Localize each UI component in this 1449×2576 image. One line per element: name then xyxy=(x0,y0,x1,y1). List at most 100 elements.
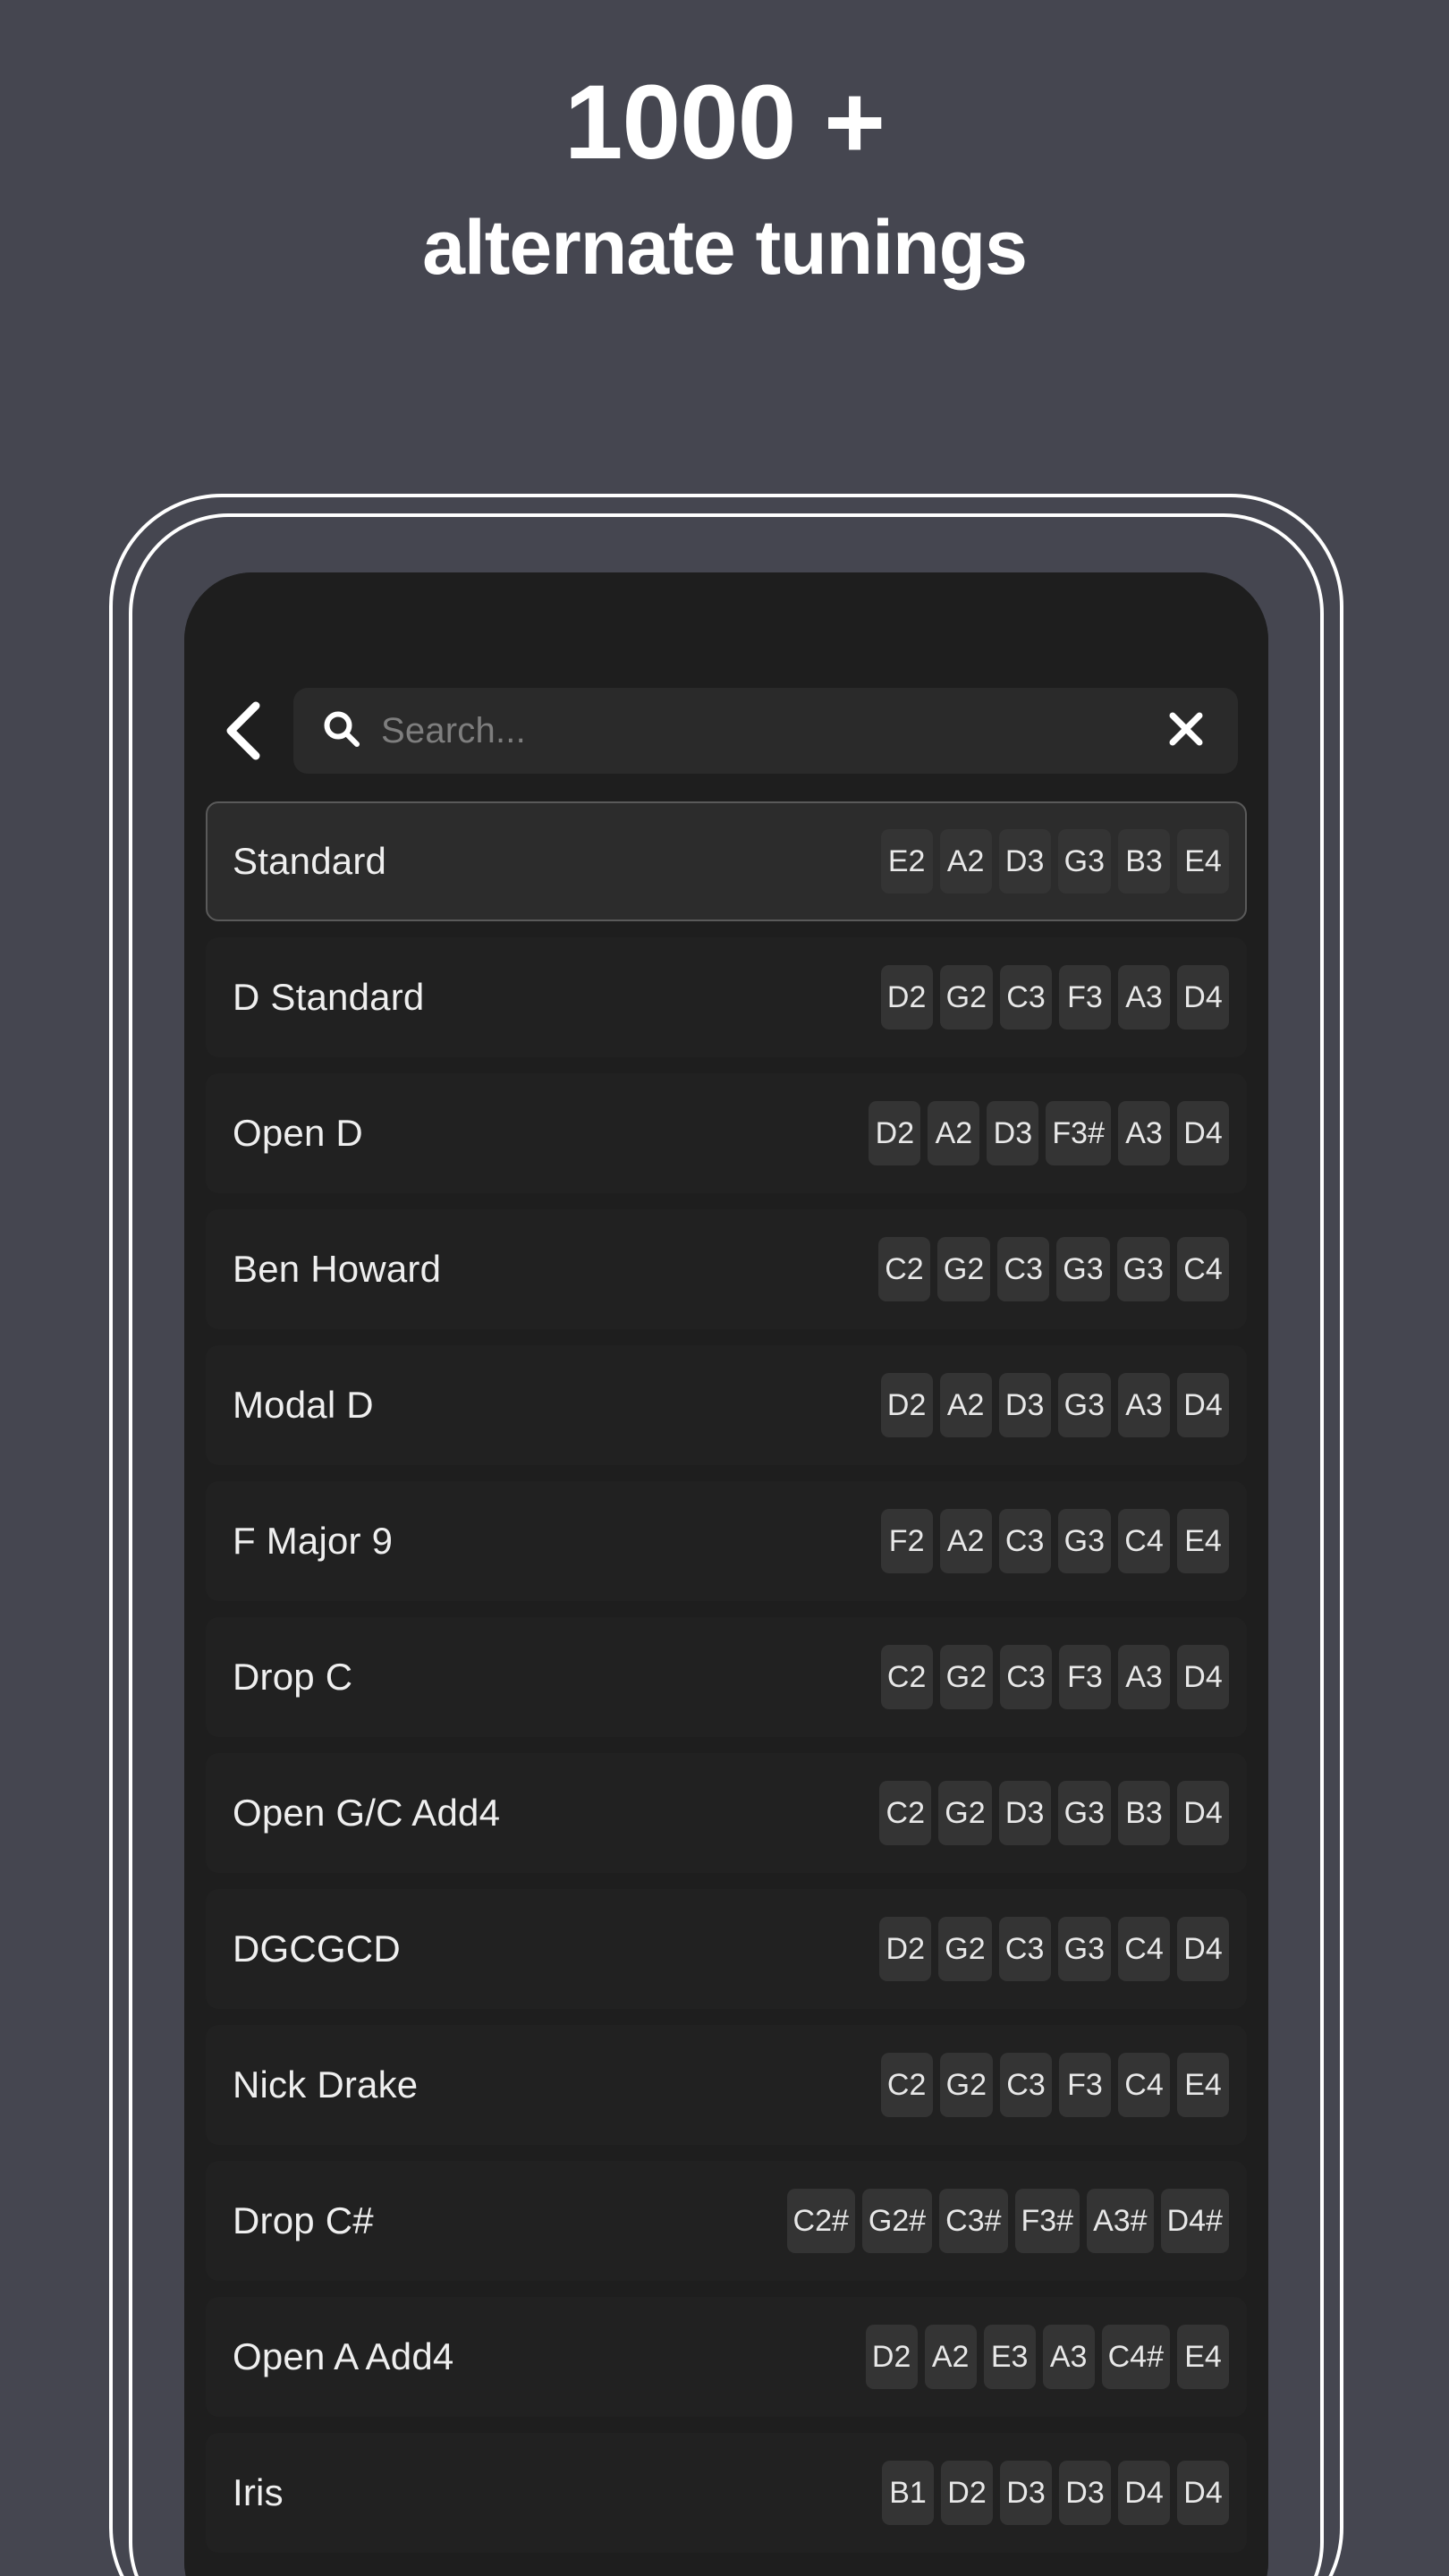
tuning-note-chip[interactable]: G3 xyxy=(1056,1237,1110,1301)
tuning-note-chip[interactable]: C2 xyxy=(877,1237,930,1301)
tuning-note-chip[interactable]: C3 xyxy=(1000,1645,1052,1709)
tuning-note-chip[interactable]: C2# xyxy=(786,2189,855,2253)
tuning-note-chip[interactable]: G2# xyxy=(861,2189,933,2253)
tuning-row[interactable]: F Major 9 F2 A2 C3 G3 C4 E4 xyxy=(206,1481,1247,1601)
tuning-note-chip[interactable]: D4 xyxy=(1177,1101,1229,1165)
tuning-note-chip[interactable]: E4 xyxy=(1177,1509,1229,1573)
tuning-note-chip[interactable]: D4 xyxy=(1177,1781,1229,1845)
tuning-note-chip[interactable]: C3 xyxy=(998,1509,1051,1573)
tuning-note-chip[interactable]: G3 xyxy=(1057,1917,1111,1981)
tuning-note-chip[interactable]: D2 xyxy=(880,965,933,1030)
tuning-note-chip[interactable]: C2 xyxy=(879,1781,932,1845)
tuning-row[interactable]: Modal D D2 A2 D3 G3 A3 D4 xyxy=(206,1345,1247,1465)
tuning-note-chip[interactable]: G2 xyxy=(939,1645,993,1709)
tuning-note-chip[interactable]: G3 xyxy=(1057,1509,1111,1573)
tuning-note-chip[interactable]: F3 xyxy=(1059,1645,1111,1709)
tuning-note-chip[interactable]: G3 xyxy=(1057,829,1111,894)
tuning-note-chip[interactable]: D4 xyxy=(1177,1917,1229,1981)
tuning-note-chip[interactable]: A3 xyxy=(1118,1645,1170,1709)
tuning-note-chip[interactable]: F2 xyxy=(880,1509,933,1573)
tuning-row[interactable]: Drop C C2 G2 C3 F3 A3 D4 xyxy=(206,1617,1247,1737)
tuning-note-chip[interactable]: B1 xyxy=(882,2461,934,2525)
tuning-note-chip[interactable]: C2 xyxy=(880,2053,933,2117)
tuning-note-chip[interactable]: D4 xyxy=(1177,1645,1229,1709)
tuning-note-chip[interactable]: D4 xyxy=(1118,2461,1170,2525)
tuning-note-chip[interactable]: G2 xyxy=(938,1917,992,1981)
tuning-note-chip[interactable]: A2 xyxy=(939,1373,992,1437)
tuning-note-chip[interactable]: C4# xyxy=(1101,2325,1170,2389)
tuning-note-chip[interactable]: G2 xyxy=(936,1237,991,1301)
tuning-note-chip[interactable]: G2 xyxy=(938,1781,992,1845)
tuning-note-chip[interactable]: A3# xyxy=(1087,2189,1154,2253)
tuning-note-chip[interactable]: G3 xyxy=(1116,1237,1170,1301)
tuning-note-chip[interactable]: F3 xyxy=(1059,965,1111,1030)
tuning-row[interactable]: DGCGCD D2 G2 C3 G3 C4 D4 xyxy=(206,1889,1247,2009)
tuning-row[interactable]: Drop C# C2# G2# C3# F3# A3# D4# xyxy=(206,2161,1247,2281)
tuning-note-chip[interactable]: A3 xyxy=(1042,2325,1095,2389)
tuning-note-chip[interactable]: A3 xyxy=(1118,1101,1170,1165)
tuning-note-chip[interactable]: D2 xyxy=(865,2325,918,2389)
tuning-note-chip[interactable]: A3 xyxy=(1118,965,1170,1030)
tuning-note-chip[interactable]: D3 xyxy=(1000,2461,1052,2525)
tuning-note-chip[interactable]: A3 xyxy=(1118,1373,1170,1437)
tuning-row[interactable]: Open G/C Add4 C2 G2 D3 G3 B3 D4 xyxy=(206,1753,1247,1873)
tuning-note-chip[interactable]: C4 xyxy=(1118,1917,1170,1981)
tuning-row[interactable]: D Standard D2 G2 C3 F3 A3 D4 xyxy=(206,937,1247,1057)
tuning-note-chip[interactable]: E4 xyxy=(1177,2053,1229,2117)
tuning-row[interactable]: Ben Howard C2 G2 C3 G3 G3 C4 xyxy=(206,1209,1247,1329)
tuning-note-chip[interactable]: D2 xyxy=(880,1373,933,1437)
tuning-note-chip[interactable]: C3 xyxy=(997,1237,1050,1301)
tuning-note-chip[interactable]: D4 xyxy=(1177,965,1229,1030)
tuning-note-chip[interactable]: C3 xyxy=(1000,965,1052,1030)
back-button[interactable] xyxy=(206,692,283,769)
tuning-list[interactable]: Standard E2 A2 D3 G3 B3 E4 D Standard D2 G2 C3 F3 A3… xyxy=(206,801,1247,2576)
tuning-name: Drop C# xyxy=(233,2199,374,2241)
tuning-note-chip[interactable]: E4 xyxy=(1177,2325,1229,2389)
tuning-row[interactable]: Standard E2 A2 D3 G3 B3 E4 xyxy=(206,801,1247,921)
tuning-note-chip[interactable]: A2 xyxy=(939,829,992,894)
tuning-note-chip[interactable]: C3# xyxy=(939,2189,1008,2253)
tuning-note-chip[interactable]: D3 xyxy=(1059,2461,1111,2525)
tuning-note-chip[interactable]: G2 xyxy=(939,2053,993,2117)
tuning-note-strip: C2# G2# C3# F3# A3# D4# xyxy=(786,2189,1229,2253)
tuning-note-chip[interactable]: D3 xyxy=(987,1101,1039,1165)
tuning-note-chip[interactable]: B3 xyxy=(1118,829,1170,894)
tuning-note-chip[interactable]: D2 xyxy=(941,2461,993,2525)
tuning-note-chip[interactable]: B3 xyxy=(1118,1781,1170,1845)
tuning-note-chip[interactable]: C4 xyxy=(1118,2053,1170,2117)
tuning-note-chip[interactable]: E4 xyxy=(1177,829,1229,894)
tuning-note-chip[interactable]: G3 xyxy=(1057,1373,1111,1437)
tuning-name: D Standard xyxy=(233,976,425,1018)
tuning-row[interactable]: Nick Drake C2 G2 C3 F3 C4 E4 xyxy=(206,2025,1247,2145)
tuning-name: Iris xyxy=(233,2471,284,2513)
tuning-note-chip[interactable]: C3 xyxy=(1000,2053,1052,2117)
tuning-note-chip[interactable]: G2 xyxy=(939,965,993,1030)
tuning-note-chip[interactable]: F3 xyxy=(1059,2053,1111,2117)
tuning-note-chip[interactable]: C2 xyxy=(880,1645,933,1709)
tuning-note-chip[interactable]: E3 xyxy=(983,2325,1036,2389)
tuning-row[interactable]: Open D D2 A2 D3 F3# A3 D4 xyxy=(206,1073,1247,1193)
tuning-note-chip[interactable]: F3# xyxy=(1014,2189,1080,2253)
tuning-note-chip[interactable]: D3 xyxy=(998,1781,1051,1845)
tuning-note-chip[interactable]: C3 xyxy=(998,1917,1051,1981)
search-input[interactable]: Search... xyxy=(293,688,1238,774)
tuning-note-chip[interactable]: C4 xyxy=(1177,1237,1229,1301)
tuning-note-chip[interactable]: G3 xyxy=(1057,1781,1111,1845)
hero-headline-main: 1000 + xyxy=(564,64,886,182)
tuning-note-chip[interactable]: D4 xyxy=(1177,2461,1229,2525)
tuning-note-chip[interactable]: D2 xyxy=(879,1917,932,1981)
tuning-note-chip[interactable]: E2 xyxy=(880,829,933,894)
tuning-note-chip[interactable]: A2 xyxy=(928,1101,980,1165)
tuning-note-chip[interactable]: A2 xyxy=(924,2325,977,2389)
tuning-note-chip[interactable]: C4 xyxy=(1118,1509,1170,1573)
tuning-row[interactable]: Open A Add4 D2 A2 E3 A3 C4# E4 xyxy=(206,2297,1247,2417)
clear-search-button[interactable] xyxy=(1161,706,1211,756)
tuning-note-chip[interactable]: F3# xyxy=(1046,1101,1111,1165)
tuning-note-chip[interactable]: D4# xyxy=(1160,2189,1229,2253)
tuning-note-chip[interactable]: A2 xyxy=(939,1509,992,1573)
tuning-note-chip[interactable]: D2 xyxy=(869,1101,921,1165)
tuning-note-chip[interactable]: D4 xyxy=(1177,1373,1229,1437)
tuning-note-chip[interactable]: D3 xyxy=(998,829,1051,894)
tuning-row[interactable]: Iris B1 D2 D3 D3 D4 D4 xyxy=(206,2433,1247,2553)
tuning-note-chip[interactable]: D3 xyxy=(998,1373,1051,1437)
